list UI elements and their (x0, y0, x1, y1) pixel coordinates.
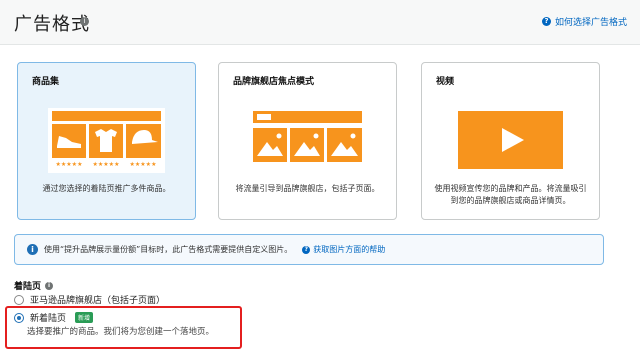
card-description: 使用视频宣传您的品牌和产品。将流量吸引到您的品牌旗舰店或商品详情页。 (434, 184, 587, 205)
card-title: 商品集 (32, 77, 60, 87)
header-bar: 广告格式 i ? 如何选择广告格式 (0, 0, 640, 45)
radio-button[interactable] (14, 294, 24, 305)
radio-label: 亚马逊品牌旗舰店（包括子页面） (30, 296, 166, 306)
svg-text:★★★★★: ★★★★★ (93, 161, 120, 168)
video-illustration (458, 111, 563, 169)
svg-text:★★★★★: ★★★★★ (130, 161, 157, 168)
help-icon: ? (302, 245, 311, 254)
image-help-label: 获取图片方面的帮助 (313, 245, 386, 254)
help-link[interactable]: ? 如何选择广告格式 (541, 15, 627, 28)
card-video[interactable]: 视频 使用视频宣传您的品牌和产品。将流量吸引到您的品牌旗舰店或商品详情页。 (421, 62, 600, 220)
info-icon: i (27, 244, 38, 255)
info-icon[interactable]: i (80, 17, 89, 26)
info-icon[interactable]: i (45, 281, 54, 290)
landing-page-title: 着陆页 (14, 282, 42, 292)
page-title: 广告格式 (14, 14, 90, 35)
store-spotlight-illustration (253, 111, 362, 162)
help-icon: ? (541, 17, 551, 26)
card-product-collection[interactable]: 商品集 ★★★★★ ★★★★★ ★★★★★ 通过您选择的着陆页推广多件商品。 (17, 62, 196, 220)
card-description: 将流量引导到品牌旗舰店，包括子页面。 (235, 184, 380, 193)
landing-page-label: 着陆页 i (14, 279, 54, 292)
help-link-label: 如何选择广告格式 (554, 18, 627, 28)
card-store-spotlight[interactable]: 品牌旗舰店焦点模式 将流量引导到品牌旗舰店，包括子页面。 (218, 62, 397, 220)
notice-text: 使用“提升品牌展示量份额”目标时，此广告格式需要提供自定义图片。 (44, 245, 293, 254)
info-notice: i 使用“提升品牌展示量份额”目标时，此广告格式需要提供自定义图片。 ? 获取图… (14, 234, 604, 265)
radio-option-store[interactable]: 亚马逊品牌旗舰店（包括子页面） (14, 293, 165, 306)
card-title: 品牌旗舰店焦点模式 (233, 77, 315, 87)
highlight-box (5, 306, 242, 349)
image-help-link[interactable]: ? 获取图片方面的帮助 (302, 244, 385, 255)
card-title: 视频 (436, 77, 455, 87)
product-collection-illustration: ★★★★★ ★★★★★ ★★★★★ (48, 108, 165, 173)
card-description: 通过您选择的着陆页推广多件商品。 (42, 184, 171, 193)
svg-text:★★★★★: ★★★★★ (56, 161, 83, 168)
